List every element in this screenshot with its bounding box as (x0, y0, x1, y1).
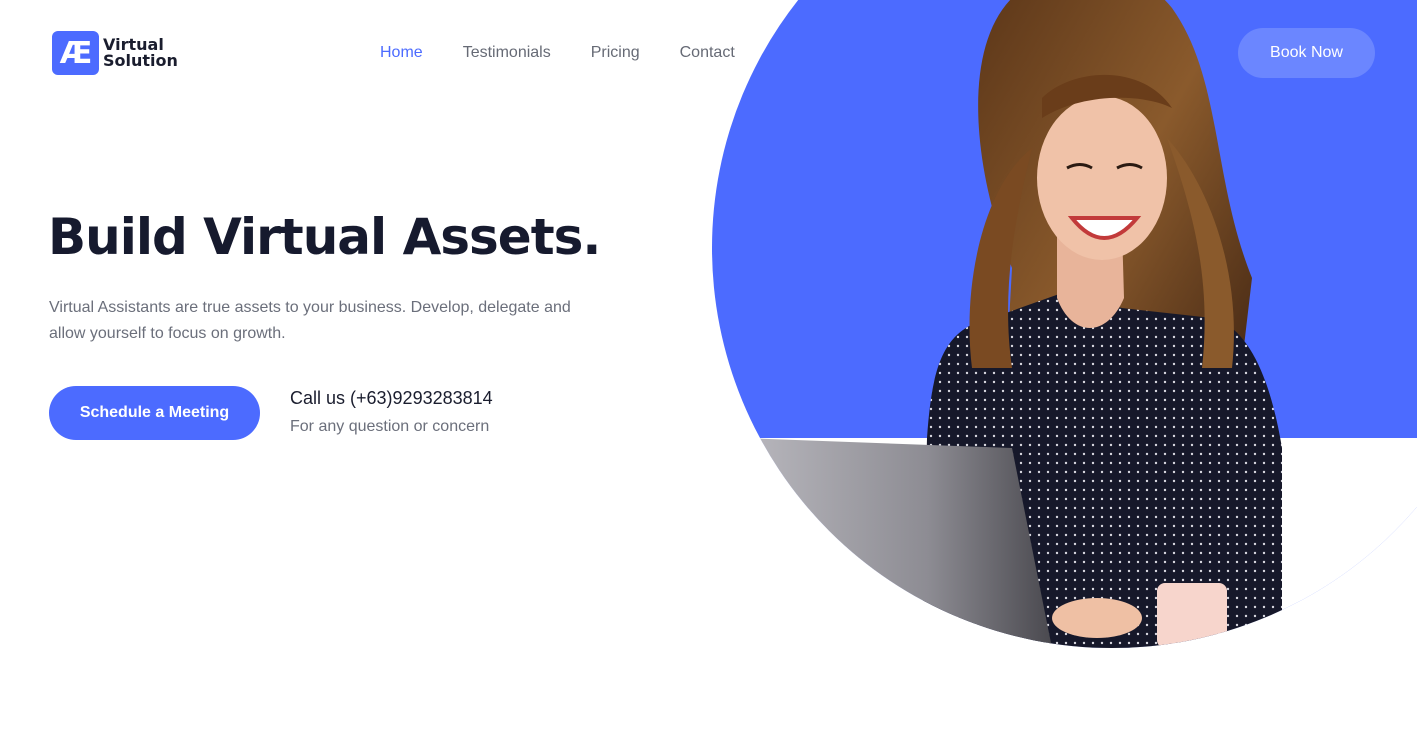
hero-title: Build Virtual Assets. (48, 208, 601, 266)
brand-name-line2: Solution (103, 51, 178, 70)
landing-page: Æ Virtual Solution Home Testimonials Pri… (0, 0, 1417, 741)
nav-link-home[interactable]: Home (380, 43, 423, 63)
hero-description: Virtual Assistants are true assets to yo… (49, 299, 571, 342)
nav-link-testimonials[interactable]: Testimonials (463, 43, 551, 63)
brand-name: Virtual Solution (103, 37, 178, 69)
call-us-phone[interactable]: Call us (+63)9293283814 (290, 388, 493, 409)
schedule-meeting-button[interactable]: Schedule a Meeting (49, 386, 260, 440)
book-now-button[interactable]: Book Now (1238, 28, 1375, 78)
logo-mark-icon: Æ (52, 31, 99, 75)
main-nav: Home Testimonials Pricing Contact (380, 43, 735, 63)
call-us-subtext: For any question or concern (290, 418, 490, 435)
nav-link-pricing[interactable]: Pricing (591, 43, 640, 63)
nav-link-contact[interactable]: Contact (680, 43, 735, 63)
site-header: Æ Virtual Solution Home Testimonials Pri… (0, 0, 1417, 106)
brand-logo[interactable]: Æ Virtual Solution (52, 31, 178, 75)
